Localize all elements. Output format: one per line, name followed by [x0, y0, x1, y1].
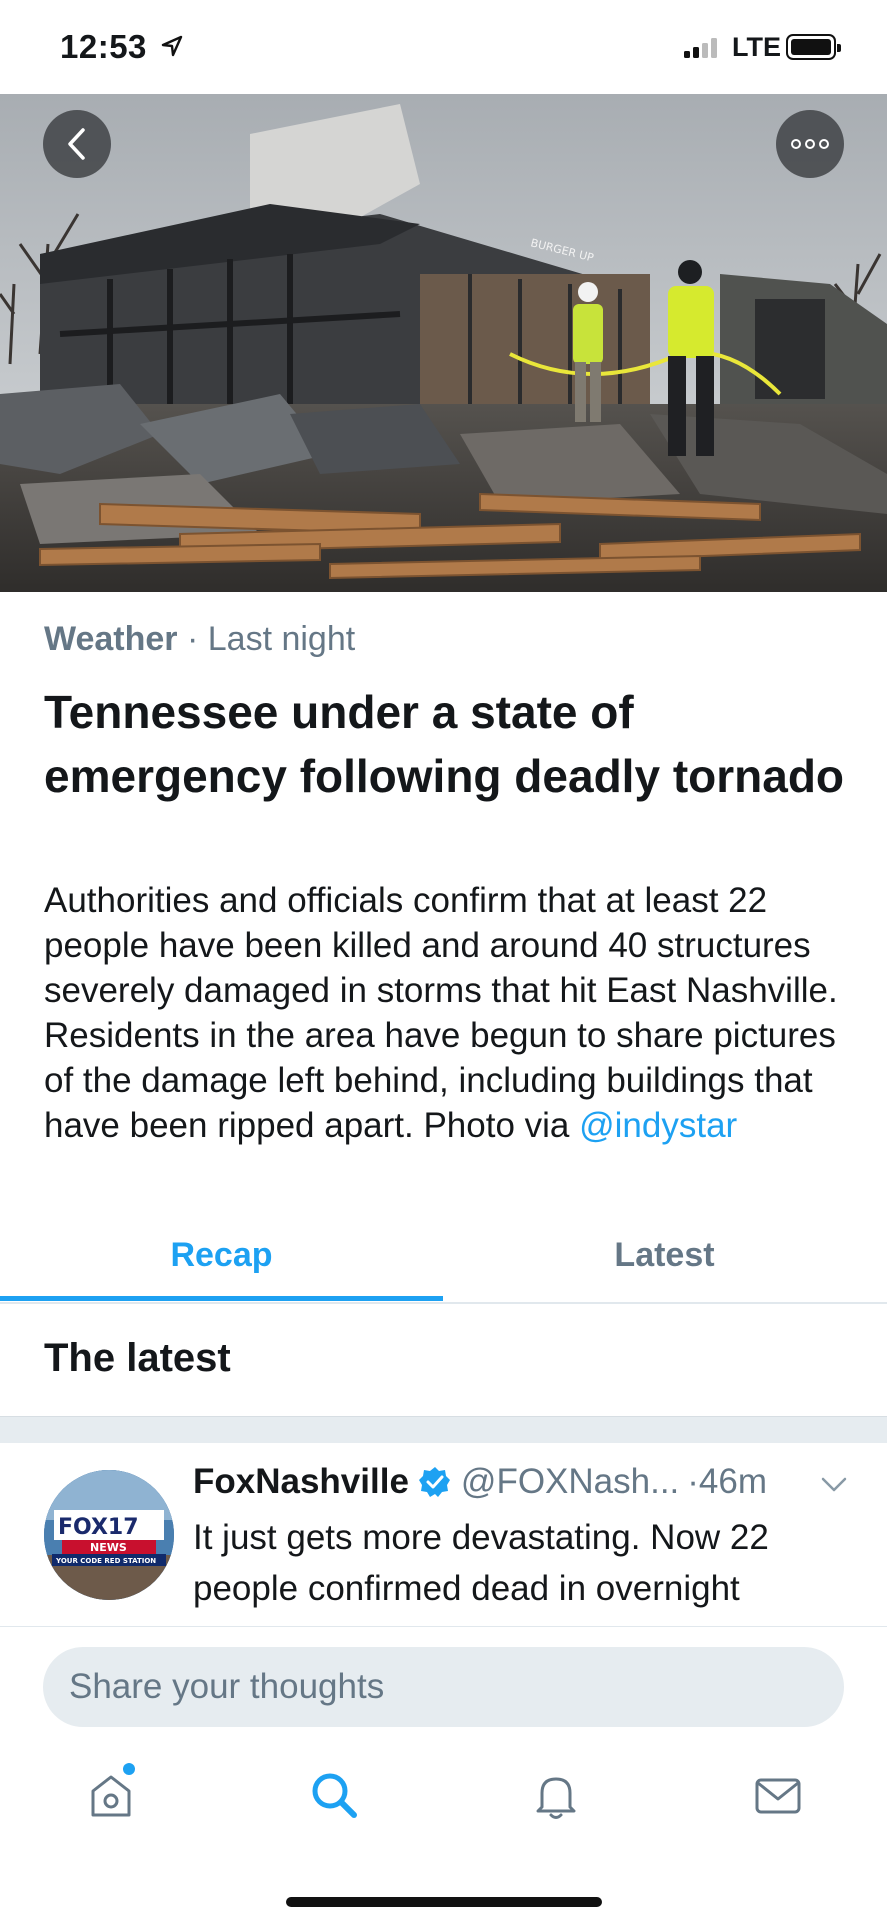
- active-tab-indicator: [0, 1296, 443, 1301]
- tweet-handle: @FOXNash...: [460, 1462, 680, 1501]
- avatar[interactable]: FOX17 NEWS YOUR CODE RED STATION: [44, 1470, 174, 1600]
- fox17-logo: FOX17 NEWS YOUR CODE RED STATION: [44, 1470, 174, 1600]
- status-bar: 12:53 LTE: [0, 0, 887, 94]
- compose-input[interactable]: Share your thoughts: [43, 1647, 844, 1727]
- tweet-text[interactable]: It just gets more devastating. Now 22 pe…: [193, 1512, 853, 1624]
- tweet-time: ·46m: [687, 1462, 768, 1501]
- article-time: Last night: [207, 620, 356, 658]
- home-icon[interactable]: [83, 1767, 139, 1823]
- tab-bar: Recap Latest: [0, 1208, 887, 1304]
- home-indicator: [286, 1897, 602, 1907]
- messages-icon[interactable]: [750, 1767, 806, 1823]
- hero-image: BURGER UP: [0, 94, 887, 592]
- notifications-icon[interactable]: [528, 1767, 584, 1823]
- status-time: 12:53: [60, 28, 147, 65]
- svg-text:FOX17: FOX17: [58, 1515, 139, 1540]
- article-category: Weather: [44, 620, 178, 658]
- search-icon[interactable]: [306, 1767, 362, 1823]
- tab-recap[interactable]: Recap: [0, 1208, 443, 1302]
- section-divider: [0, 1416, 887, 1443]
- article-title: Tennessee under a state of emergency fol…: [44, 686, 845, 802]
- more-options-button[interactable]: [776, 110, 844, 178]
- verified-badge-icon: [418, 1467, 450, 1497]
- tab-latest[interactable]: Latest: [443, 1208, 886, 1302]
- tweet-author-name[interactable]: FoxNashville: [193, 1462, 409, 1502]
- photo-credit-link[interactable]: @indystar: [579, 1106, 737, 1145]
- signal-icon: [684, 38, 717, 58]
- compose-placeholder: Share your thoughts: [69, 1667, 385, 1706]
- back-button[interactable]: [43, 110, 111, 178]
- tornado-damage-photo: BURGER UP: [0, 94, 887, 592]
- article-description: Authorities and officials confirm that a…: [44, 878, 854, 1148]
- battery-icon: [786, 34, 841, 60]
- bottom-bar: Share your thoughts: [0, 1626, 887, 1921]
- meta-separator: ·: [177, 620, 208, 658]
- chevron-left-icon: [68, 128, 85, 160]
- article-meta: Weather · Last night: [44, 620, 355, 659]
- more-dots-icon: [791, 139, 829, 149]
- svg-text:NEWS: NEWS: [90, 1541, 127, 1554]
- tweet-header: FoxNashville @FOXNash... ·46m: [193, 1462, 767, 1502]
- section-heading: The latest: [44, 1336, 231, 1380]
- chevron-down-icon[interactable]: [820, 1476, 848, 1494]
- svg-text:YOUR CODE RED STATION: YOUR CODE RED STATION: [55, 1557, 156, 1565]
- location-arrow-icon: [161, 35, 183, 57]
- network-type: LTE: [732, 32, 781, 62]
